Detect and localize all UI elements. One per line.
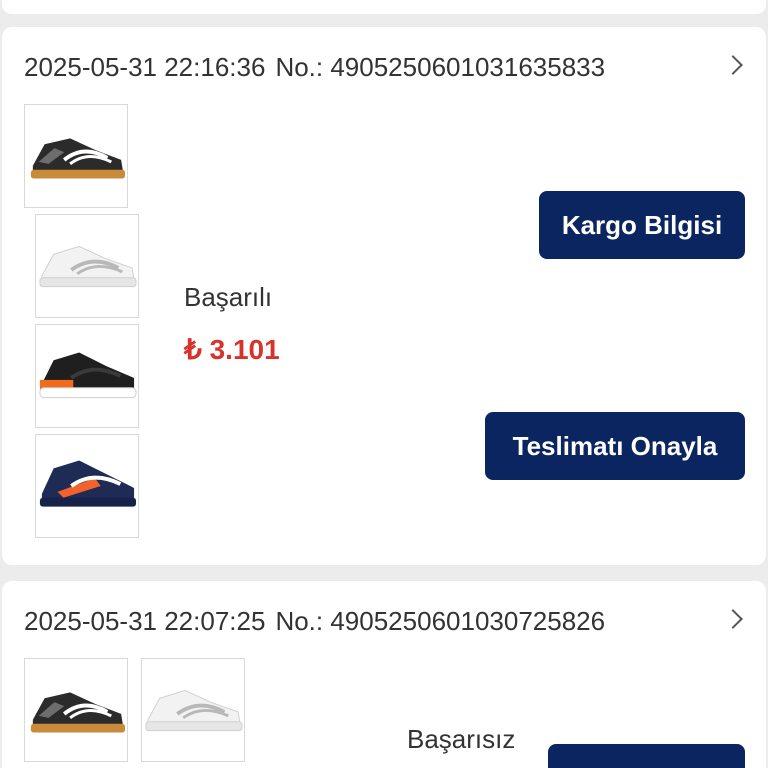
confirm-delivery-button[interactable]: Teslimatı Onayla: [485, 412, 745, 480]
order-header[interactable]: 2025-05-31 22:16:36 No.: 490525060103163…: [24, 49, 743, 85]
order-card[interactable]: 2025-05-31 22:16:36 No.: 490525060103163…: [2, 27, 766, 565]
order-number: No.: 4905250601031635833: [275, 51, 606, 82]
product-image-black-orange-shoe[interactable]: [35, 324, 139, 428]
order-header[interactable]: 2025-05-31 22:07:25 No.: 490525060103072…: [24, 603, 743, 639]
order-date: 2025-05-31 22:16:36: [24, 51, 266, 82]
shipping-info-button[interactable]: Kargo Bilgisi: [539, 191, 745, 259]
product-image-black-gum-shoe[interactable]: [24, 658, 128, 762]
chevron-right-icon[interactable]: [723, 609, 743, 629]
order-card[interactable]: 2025-05-31 22:07:25 No.: 490525060103072…: [2, 581, 766, 768]
order-date: 2025-05-31 22:07:25: [24, 605, 266, 636]
chevron-right-icon[interactable]: [723, 55, 743, 75]
order-price: ₺ 3.101: [184, 334, 280, 365]
order-number: No.: 4905250601030725826: [275, 605, 606, 636]
order-action-button[interactable]: [548, 744, 745, 768]
order-status: Başarısız: [407, 724, 516, 754]
order-status: Başarılı: [184, 282, 273, 312]
product-image-navy-orange-shoe[interactable]: [35, 434, 139, 538]
order-card-previous: [2, 0, 766, 14]
product-image-black-gum-shoe[interactable]: [24, 104, 128, 208]
product-image-white-shoe[interactable]: [141, 658, 245, 762]
product-image-white-shoe[interactable]: [35, 214, 139, 318]
